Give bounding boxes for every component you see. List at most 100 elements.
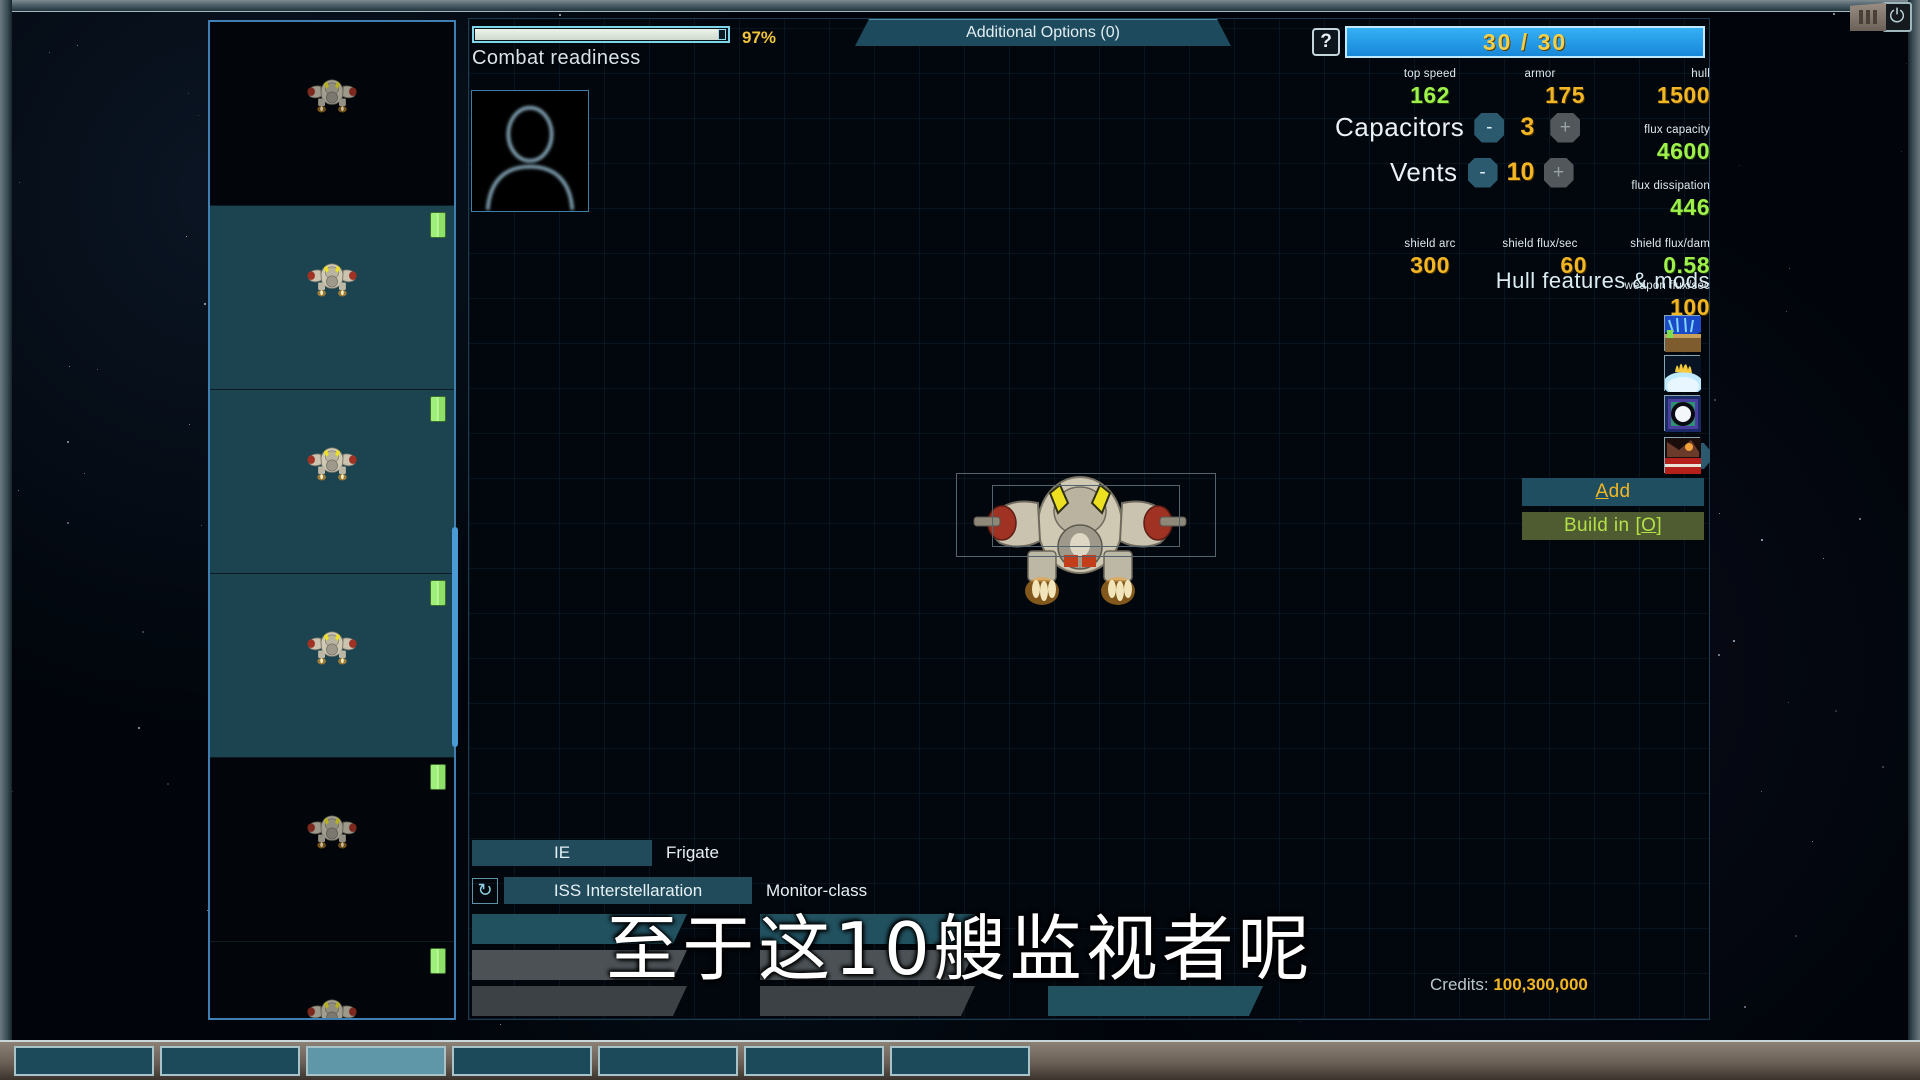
ordnance-points-bar: 30 / 30 — [1345, 26, 1705, 58]
ship-thumbnail-icon — [307, 999, 357, 1018]
ship-thumbnail-icon — [307, 631, 357, 665]
add-hullmod-label: dd — [1608, 481, 1631, 502]
ship-thumbnail — [296, 442, 368, 482]
action-button[interactable] — [1048, 986, 1263, 1016]
wraith-protocol-icon[interactable] — [1664, 395, 1701, 432]
stat-value-hull: 1500 — [1656, 82, 1710, 108]
stat-value-top-speed: 162 — [1410, 82, 1450, 108]
hull-mod-row[interactable] — [1240, 315, 1710, 353]
help-button[interactable]: ? — [1312, 28, 1340, 56]
capacitors-value: 3 — [1520, 113, 1535, 141]
window-frame-left — [0, 0, 12, 1080]
nav-button-refit[interactable] — [306, 1046, 446, 1076]
action-button[interactable] — [760, 914, 975, 944]
ship-readiness-badge — [430, 948, 446, 974]
nav-button-crew-cargo[interactable] — [452, 1046, 592, 1076]
stat-label-flux-capacity: flux capacity — [1644, 124, 1710, 136]
capacitors-increase-button[interactable]: + — [1550, 112, 1581, 143]
safety-overrides-icon[interactable] — [1664, 437, 1701, 474]
variant-tag-row: IE Frigate — [472, 840, 719, 866]
ship-list-item[interactable] — [210, 22, 454, 206]
nav-button-character[interactable] — [14, 1046, 154, 1076]
ordnance-points-value: 30 / 30 — [1482, 28, 1568, 55]
hardened-shields-icon[interactable] — [1663, 355, 1703, 396]
credits-label: Credits: — [1430, 975, 1489, 994]
capacitors-label: Capacitors — [1335, 112, 1465, 142]
ship-thumbnail — [296, 626, 368, 666]
signal-bars-icon — [1850, 3, 1886, 31]
ship-thumbnail — [296, 994, 368, 1018]
vents-value: 10 — [1506, 158, 1535, 186]
nav-button-fleet[interactable] — [160, 1046, 300, 1076]
action-button[interactable] — [760, 950, 975, 980]
refresh-icon[interactable]: ↻ — [472, 877, 498, 904]
hull-mod-row[interactable]: - — [1240, 437, 1710, 475]
action-button[interactable] — [760, 986, 975, 1016]
ship-thumbnail — [296, 810, 368, 850]
additional-options-tab[interactable]: Additional Options (0) — [855, 19, 1231, 46]
ship-name-row: ↻ ISS Interstellaration Monitor-class — [472, 877, 867, 904]
stat-label-flux-dissipation: flux dissipation — [1631, 180, 1710, 192]
power-icon[interactable]: ⏻ — [1882, 2, 1912, 32]
window-frame-right — [1908, 0, 1920, 1080]
variant-tag[interactable]: IE — [472, 840, 652, 866]
hull-type-label: Frigate — [666, 843, 719, 862]
flux-shunt-icon[interactable] — [1664, 315, 1701, 352]
ship-list-item[interactable] — [210, 758, 454, 942]
stat-label-top-speed: top speed — [1403, 68, 1457, 80]
ship-list-scrollbar[interactable] — [452, 527, 458, 747]
ship-list-item[interactable] — [210, 942, 454, 1018]
vents-increase-button[interactable]: + — [1543, 157, 1574, 188]
build-in-key-bracket: [O] — [1635, 515, 1663, 536]
action-button[interactable] — [472, 914, 687, 944]
ship-list-item[interactable] — [210, 390, 454, 574]
vents-stepper: Vents - 10 + — [1390, 157, 1574, 188]
ship-readiness-badge — [430, 396, 446, 422]
fleet-ship-list[interactable] — [208, 20, 456, 1020]
add-hullmod-button[interactable]: Add — [1522, 478, 1704, 506]
ship-thumbnail-icon — [307, 447, 357, 481]
credits-display: Credits: 100,300,000 — [1430, 975, 1588, 995]
combat-readiness-percent: 97% — [742, 28, 777, 47]
capacitors-decrease-button[interactable]: - — [1474, 112, 1505, 143]
stat-value-armor: 175 — [1545, 82, 1585, 108]
hull-mod-row[interactable] — [1240, 395, 1710, 433]
stat-label-hull: hull — [1691, 68, 1710, 80]
window-controls: ⏻ — [1850, 0, 1912, 34]
build-in-button[interactable]: Build in [O] — [1522, 512, 1704, 540]
build-in-label: Build in — [1563, 515, 1630, 536]
ship-readiness-badge — [430, 212, 446, 238]
nav-button-command[interactable] — [890, 1046, 1030, 1076]
credits-value: 100,300,000 — [1493, 975, 1588, 994]
capacitors-stepper: Capacitors - 3 + — [1335, 112, 1581, 143]
ship-thumbnail-icon — [307, 263, 357, 297]
combat-readiness-bar — [472, 26, 730, 43]
ship-list-item[interactable] — [210, 206, 454, 390]
ship-list-item[interactable] — [210, 574, 454, 758]
action-button[interactable] — [472, 986, 687, 1016]
combat-readiness-group: Combat readiness — [472, 26, 742, 70]
ship-class-label: Monitor-class — [766, 880, 868, 900]
stat-value-flux-capacity: 4600 — [1656, 138, 1710, 164]
ship-name-field[interactable]: ISS Interstellaration — [504, 877, 752, 904]
vents-label: Vents — [1390, 157, 1458, 187]
ship-readiness-badge — [430, 764, 446, 790]
build-in-key: O — [1641, 515, 1657, 536]
person-silhouette-icon — [486, 106, 574, 211]
ship-readiness-badge — [430, 580, 446, 606]
refit-screen: Combat readiness 97% Additional Options … — [0, 0, 1920, 1080]
hull-mod-row[interactable] — [1240, 355, 1710, 393]
stat-label-shield-flux-dam: shield flux/dam — [1630, 238, 1710, 250]
vents-decrease-button[interactable]: - — [1467, 157, 1498, 188]
ship-bounds-inner — [992, 485, 1180, 547]
captain-portrait[interactable] — [471, 90, 589, 212]
nav-button-intel[interactable] — [744, 1046, 884, 1076]
action-button[interactable] — [472, 950, 687, 980]
nav-button-map[interactable] — [598, 1046, 738, 1076]
hull-features-title: Hull features & mods — [1495, 268, 1710, 293]
combat-readiness-label: Combat readiness — [472, 47, 641, 69]
stat-label-shield-flux-sec: shield flux/sec — [1502, 238, 1578, 250]
ship-thumbnail-icon — [307, 815, 357, 849]
bottom-navigation-bar — [0, 1040, 1920, 1080]
ship-sprite-display[interactable] — [950, 455, 1216, 615]
